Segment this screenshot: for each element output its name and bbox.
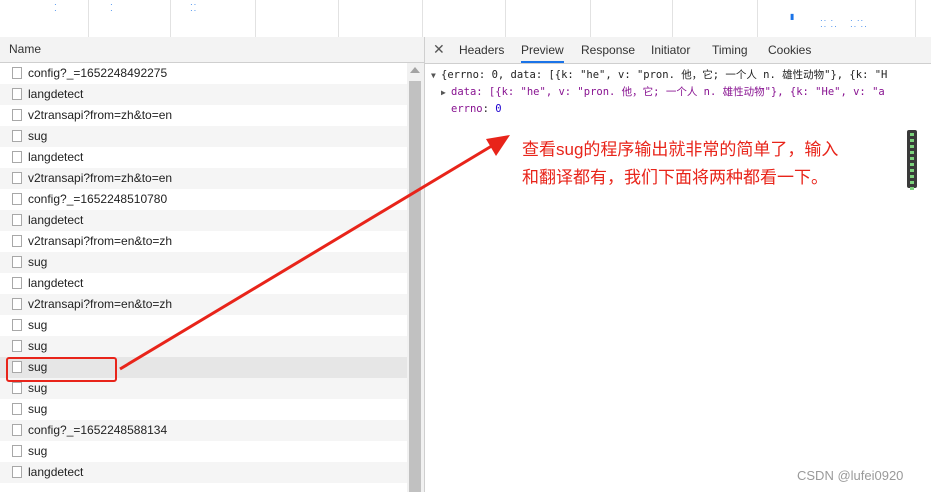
annotation-text: 查看sug的程序输出就非常的简单了，输入 和翻译都有，我们下面将两种都看一下。 — [522, 136, 838, 192]
annotation-line-1: 查看sug的程序输出就非常的简单了，输入 — [522, 140, 839, 159]
annotation-line-2: 和翻译都有，我们下面将两种都看一下。 — [522, 168, 828, 187]
side-widget — [907, 130, 917, 190]
annotation-arrow-icon — [119, 135, 510, 371]
arrow-shaft — [119, 139, 501, 371]
watermark: CSDN @lufei0920 — [797, 468, 904, 483]
